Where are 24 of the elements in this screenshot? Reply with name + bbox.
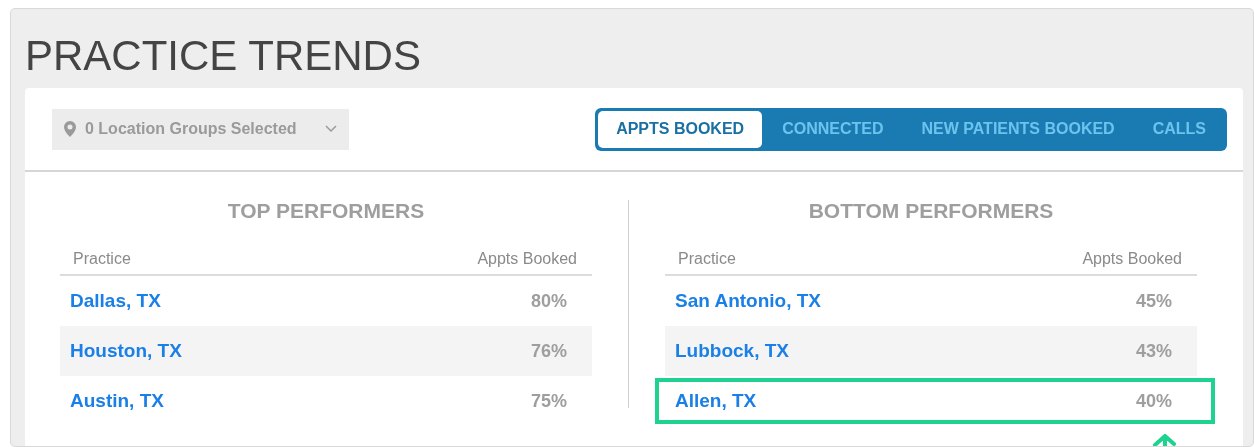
booked-value: 76% bbox=[530, 340, 567, 362]
booked-value: 43% bbox=[1135, 340, 1172, 362]
practice-link[interactable]: Allen, TX bbox=[675, 390, 757, 412]
metric-tab[interactable]: CALLS bbox=[1134, 110, 1224, 148]
metric-tab[interactable]: CONNECTED bbox=[764, 110, 902, 148]
metric-tab[interactable]: NEW PATIENTS BOOKED bbox=[903, 110, 1133, 148]
panel-heading: TOP PERFORMERS bbox=[226, 198, 426, 224]
column-header: Practice bbox=[73, 250, 131, 268]
column-header: Practice bbox=[678, 250, 736, 268]
practice-link[interactable]: Houston, TX bbox=[70, 340, 182, 362]
column-header: Appts Booked bbox=[477, 250, 577, 268]
page-title: PRACTICE TRENDS bbox=[25, 31, 422, 81]
practice-link[interactable]: San Antonio, TX bbox=[675, 290, 821, 312]
practice-link[interactable]: Lubbock, TX bbox=[675, 340, 789, 362]
metric-tab[interactable]: APPTS BOOKED bbox=[598, 110, 763, 148]
booked-value: 45% bbox=[1135, 290, 1172, 312]
practice-link[interactable]: Dallas, TX bbox=[70, 290, 161, 312]
panel-heading: BOTTOM PERFORMERS bbox=[807, 198, 1055, 224]
booked-value: 40% bbox=[1135, 390, 1172, 412]
column-header: Appts Booked bbox=[1082, 250, 1182, 268]
booked-value: 80% bbox=[530, 290, 567, 312]
location-dropdown[interactable]: 0 Location Groups Selected bbox=[52, 108, 349, 150]
practice-link[interactable]: Austin, TX bbox=[70, 390, 164, 412]
booked-value: 75% bbox=[530, 390, 567, 412]
